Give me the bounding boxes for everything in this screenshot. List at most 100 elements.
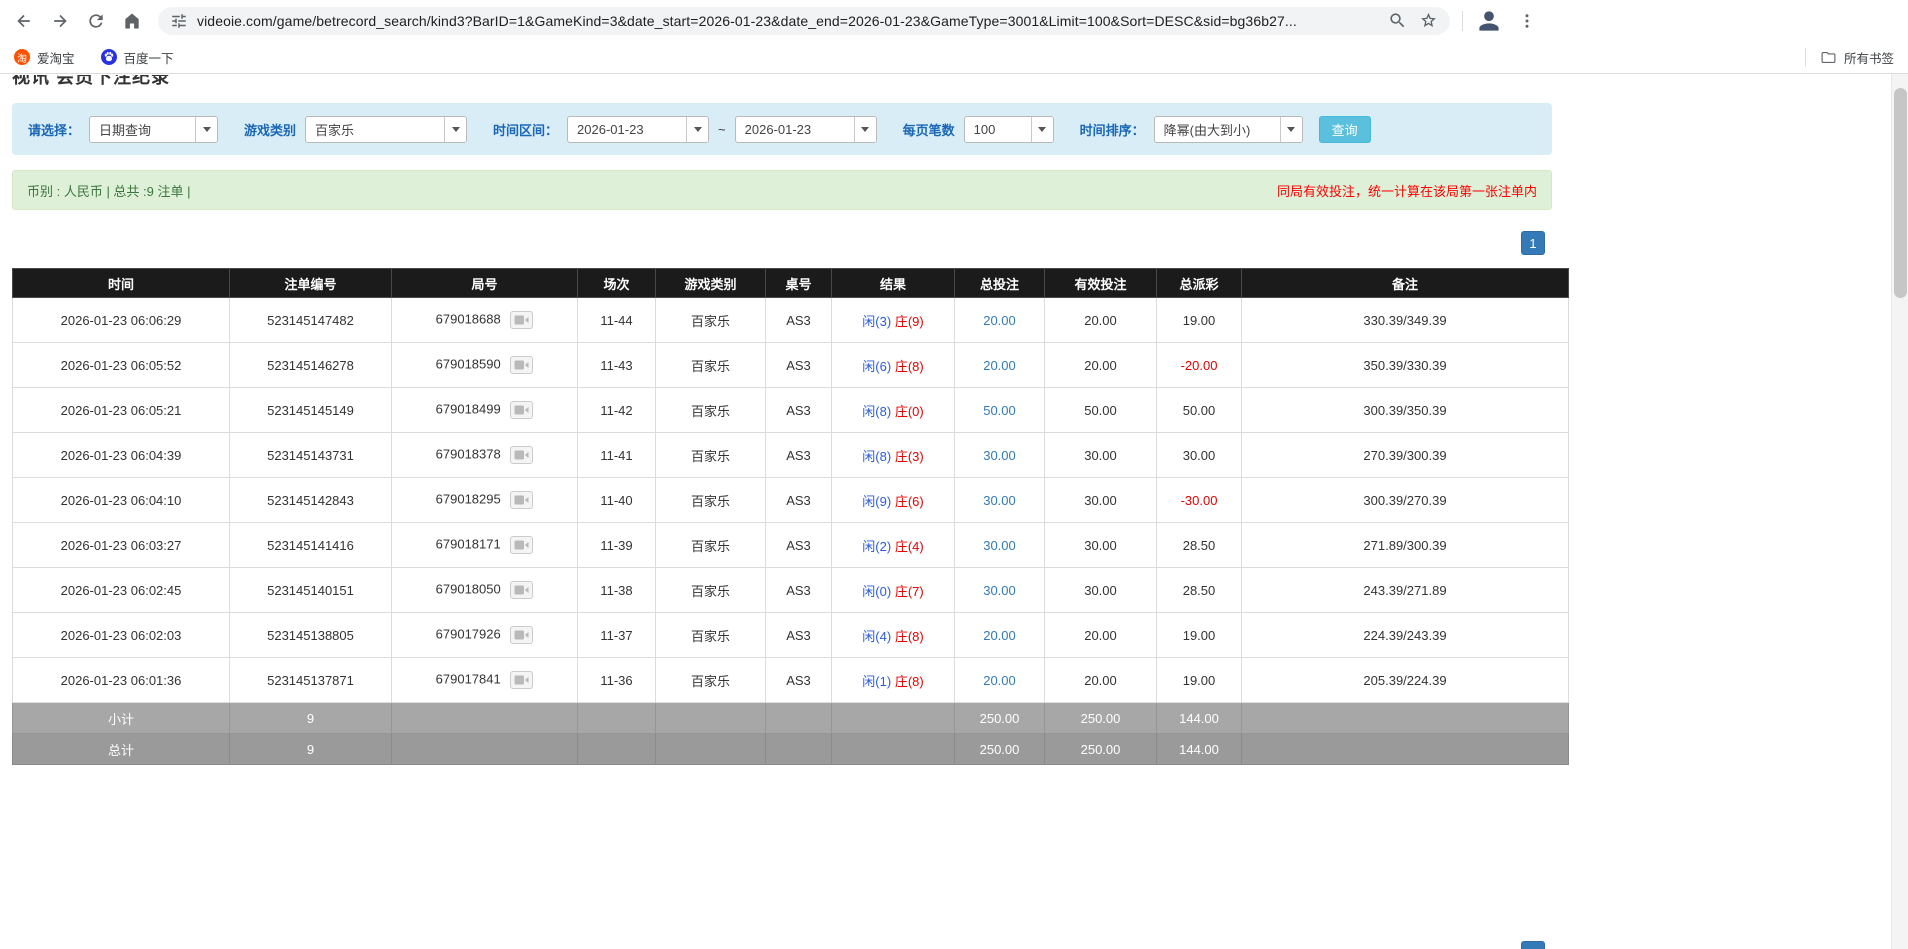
table-row: 2026-01-23 06:03:27523145141416679018171… (13, 523, 1569, 568)
forward-icon (50, 11, 70, 31)
player-result: 闲(0) (862, 584, 891, 599)
video-replay-icon[interactable] (510, 581, 533, 599)
cell-table-no: AS3 (766, 433, 832, 478)
per-page-combo[interactable]: 100 (964, 116, 1054, 143)
cell-round: 679017841 (392, 658, 578, 703)
video-replay-icon[interactable] (510, 536, 533, 554)
select-type-value[interactable]: 日期查询 (90, 117, 195, 142)
cell-round: 679018050 (392, 568, 578, 613)
total-bet-link[interactable]: 20.00 (983, 358, 1016, 373)
cell-payout: 30.00 (1157, 433, 1242, 478)
cell-note: 300.39/270.39 (1242, 478, 1569, 523)
sort-value[interactable]: 降幂(由大到小) (1155, 117, 1280, 142)
cell-total-bet: 30.00 (955, 478, 1045, 523)
cell-time: 2026-01-23 06:04:39 (13, 433, 230, 478)
player-result: 闲(8) (862, 404, 891, 419)
total-bet-link[interactable]: 30.00 (983, 583, 1016, 598)
table-row: 2026-01-23 06:05:52523145146278679018590… (13, 343, 1569, 388)
player-result: 闲(8) (862, 449, 891, 464)
cell-game-type: 百家乐 (656, 343, 766, 388)
total-bet-link[interactable]: 30.00 (983, 538, 1016, 553)
info-bar: 币别 : 人民币 | 总共 :9 注单 | 同局有效投注，统一计算在该局第一张注… (12, 170, 1552, 210)
total-payout: 144.00 (1157, 734, 1242, 765)
cell-game-type: 百家乐 (656, 613, 766, 658)
date-start-combo[interactable]: 2026-01-23 (567, 116, 709, 143)
total-count: 9 (230, 734, 392, 765)
cell-result: 闲(6) 庄(8) (832, 343, 955, 388)
bookmark-item-baidu[interactable]: 百度一下 (101, 48, 174, 67)
bookmark-item-taobao[interactable]: 淘 爱淘宝 (14, 48, 75, 67)
per-page-value[interactable]: 100 (965, 117, 1031, 142)
bookmark-star-icon[interactable] (1419, 11, 1438, 30)
cell-valid-bet: 50.00 (1045, 388, 1157, 433)
cell-bet-id: 523145142843 (230, 478, 392, 523)
address-bar[interactable]: videoie.com/game/betrecord_search/kind3?… (158, 7, 1450, 35)
cell-time: 2026-01-23 06:03:27 (13, 523, 230, 568)
select-type-combo[interactable]: 日期查询 (89, 116, 218, 143)
cell-time: 2026-01-23 06:02:45 (13, 568, 230, 613)
profile-avatar[interactable] (1475, 7, 1502, 34)
site-settings-icon[interactable] (170, 12, 188, 30)
total-row: 总计 9 250.00 250.00 144.00 (13, 734, 1569, 765)
chevron-down-icon[interactable] (444, 117, 466, 142)
zoom-icon[interactable] (1388, 11, 1407, 30)
total-bet-link[interactable]: 30.00 (983, 448, 1016, 463)
scrollbar[interactable] (1891, 74, 1908, 949)
date-end-combo[interactable]: 2026-01-23 (735, 116, 877, 143)
banker-result: 庄(9) (895, 314, 924, 329)
back-button[interactable] (7, 4, 41, 38)
same-round-notice: 同局有效投注，统一计算在该局第一张注单内 (1277, 181, 1537, 200)
chevron-down-icon[interactable] (686, 117, 708, 142)
cell-time: 2026-01-23 06:05:21 (13, 388, 230, 433)
date-end-value[interactable]: 2026-01-23 (736, 117, 854, 142)
video-replay-icon[interactable] (510, 671, 533, 689)
cell-total-bet: 50.00 (955, 388, 1045, 433)
url-text[interactable]: videoie.com/game/betrecord_search/kind3?… (197, 13, 1376, 29)
cell-table-no: AS3 (766, 343, 832, 388)
cell-total-bet: 30.00 (955, 568, 1045, 613)
chevron-down-icon[interactable] (195, 117, 217, 142)
page-button[interactable]: 1 (1521, 941, 1545, 949)
video-replay-icon[interactable] (510, 446, 533, 464)
forward-button[interactable] (43, 4, 77, 38)
banker-result: 庄(3) (895, 449, 924, 464)
all-bookmarks-button[interactable]: 所有书签 (1820, 48, 1894, 67)
table-row: 2026-01-23 06:04:39523145143731679018378… (13, 433, 1569, 478)
reload-button[interactable] (79, 4, 113, 38)
chevron-down-icon[interactable] (854, 117, 876, 142)
cell-result: 闲(9) 庄(6) (832, 478, 955, 523)
pagination-bottom: 1 (1521, 941, 1545, 949)
chevron-down-icon[interactable] (1031, 117, 1053, 142)
table-body: 2026-01-23 06:06:29523145147482679018688… (13, 298, 1569, 703)
search-button[interactable]: 查询 (1319, 116, 1371, 143)
sort-combo[interactable]: 降幂(由大到小) (1154, 116, 1303, 143)
scrollbar-thumb[interactable] (1894, 88, 1907, 298)
video-replay-icon[interactable] (510, 491, 533, 509)
total-bet-link[interactable]: 20.00 (983, 628, 1016, 643)
select-type-label: 请选择： (28, 120, 80, 139)
cell-valid-bet: 20.00 (1045, 343, 1157, 388)
page-button[interactable]: 1 (1521, 231, 1545, 255)
person-icon (1477, 9, 1501, 33)
game-type-combo[interactable]: 百家乐 (305, 116, 467, 143)
game-type-value[interactable]: 百家乐 (306, 117, 444, 142)
cell-valid-bet: 30.00 (1045, 568, 1157, 613)
total-bet-link[interactable]: 50.00 (983, 403, 1016, 418)
cell-note: 224.39/243.39 (1242, 613, 1569, 658)
currency-summary: 币别 : 人民币 | 总共 :9 注单 | (27, 181, 191, 200)
video-replay-icon[interactable] (510, 626, 533, 644)
chevron-down-icon[interactable] (1280, 117, 1302, 142)
cell-note: 350.39/330.39 (1242, 343, 1569, 388)
date-start-value[interactable]: 2026-01-23 (568, 117, 686, 142)
total-bet-link[interactable]: 20.00 (983, 313, 1016, 328)
total-bet-link[interactable]: 30.00 (983, 493, 1016, 508)
baidu-icon (101, 49, 117, 65)
video-replay-icon[interactable] (510, 356, 533, 374)
video-replay-icon[interactable] (510, 311, 533, 329)
cell-round: 679018688 (392, 298, 578, 343)
toolbar-divider (1462, 11, 1463, 31)
home-button[interactable] (115, 4, 149, 38)
menu-dots-icon[interactable] (1512, 6, 1542, 36)
video-replay-icon[interactable] (510, 401, 533, 419)
total-bet-link[interactable]: 20.00 (983, 673, 1016, 688)
